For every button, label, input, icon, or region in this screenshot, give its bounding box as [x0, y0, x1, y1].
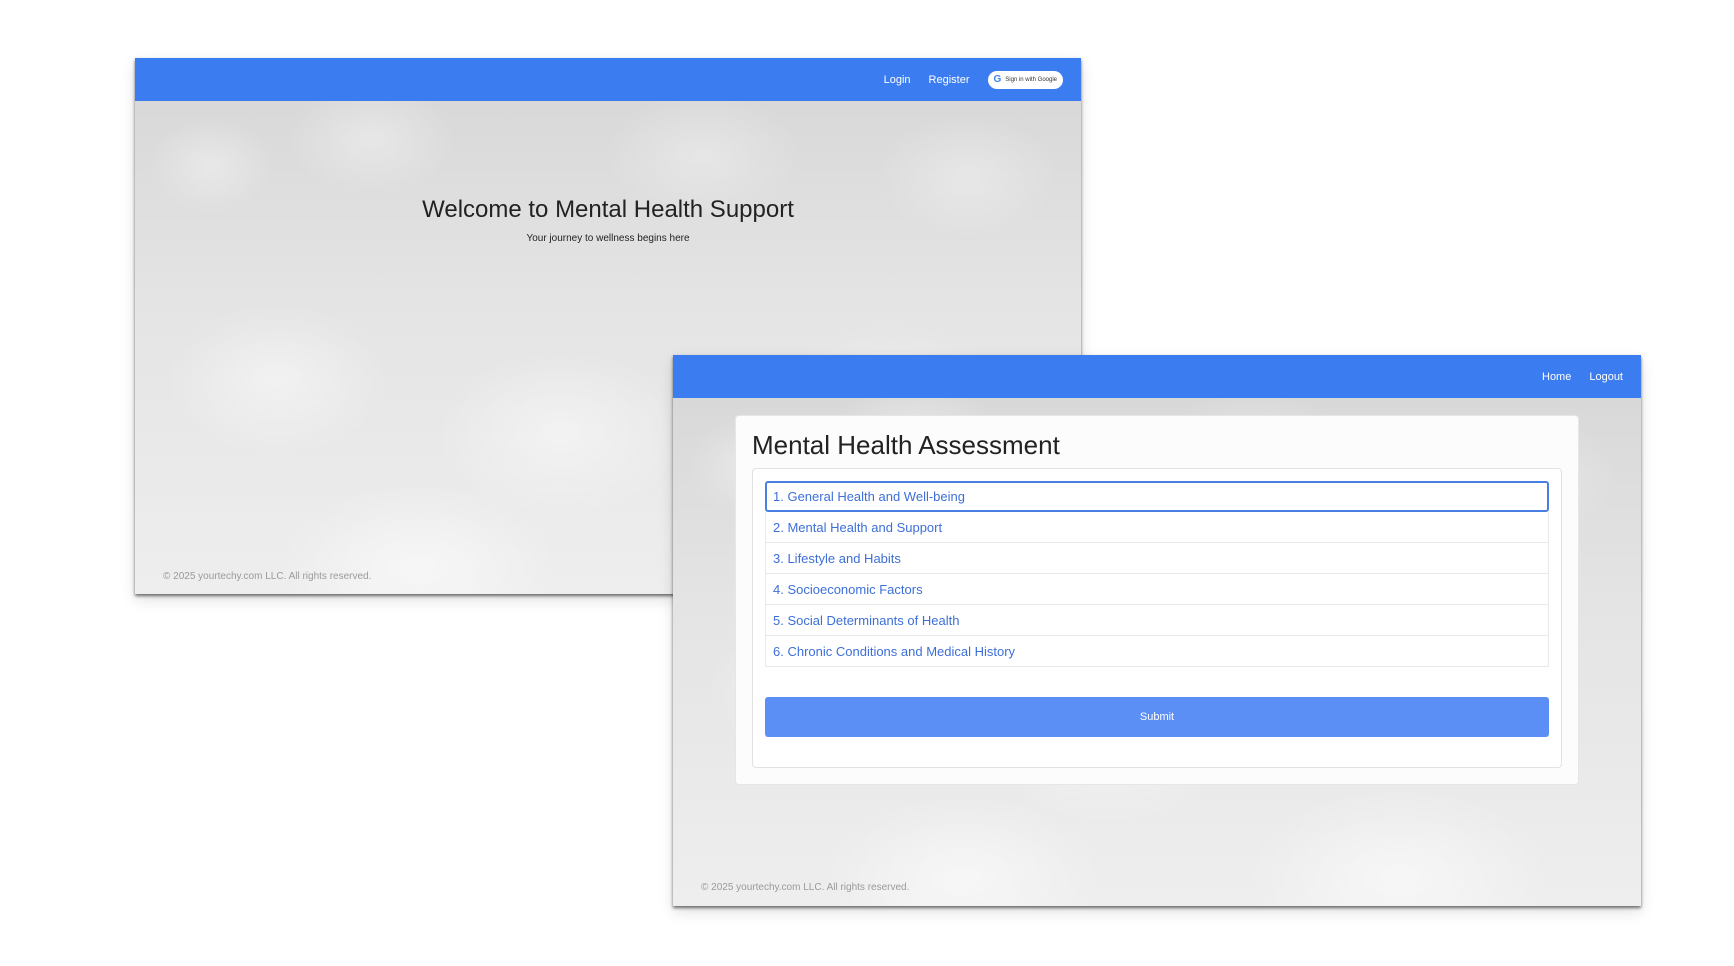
google-signin-button[interactable]: G Sign in with Google [987, 70, 1063, 89]
google-signin-label: Sign in with Google [1005, 76, 1057, 83]
assessment-navbar: Home Logout [673, 355, 1641, 398]
home-link[interactable]: Home [1542, 371, 1571, 383]
landing-navbar: Login Register G Sign in with Google [135, 58, 1081, 101]
hero-title: Welcome to Mental Health Support [422, 196, 794, 223]
section-mental-health[interactable]: 2. Mental Health and Support [765, 512, 1549, 543]
login-link[interactable]: Login [884, 74, 911, 86]
landing-footer: © 2025 yourtechy.com LLC. All rights res… [163, 571, 372, 582]
section-chronic-conditions[interactable]: 6. Chronic Conditions and Medical Histor… [765, 636, 1549, 667]
assessment-footer: © 2025 yourtechy.com LLC. All rights res… [701, 882, 910, 893]
register-link[interactable]: Register [929, 74, 970, 86]
page-title: Mental Health Assessment [752, 430, 1060, 460]
submit-button[interactable]: Submit [765, 697, 1549, 737]
google-g-icon: G [993, 74, 1002, 85]
assessment-form: 1. General Health and Well-being 2. Ment… [752, 468, 1562, 768]
section-socioeconomic[interactable]: 4. Socioeconomic Factors [765, 574, 1549, 605]
section-social-determinants[interactable]: 5. Social Determinants of Health [765, 605, 1549, 636]
hero-subtitle: Your journey to wellness begins here [526, 233, 690, 244]
section-lifestyle[interactable]: 3. Lifestyle and Habits [765, 543, 1549, 574]
assessment-window: Home Logout Mental Health Assessment 1. … [673, 355, 1641, 906]
logout-link[interactable]: Logout [1589, 371, 1623, 383]
assessment-card: Mental Health Assessment 1. General Heal… [735, 415, 1579, 785]
section-list: 1. General Health and Well-being 2. Ment… [765, 481, 1549, 667]
section-general-health[interactable]: 1. General Health and Well-being [765, 481, 1549, 512]
